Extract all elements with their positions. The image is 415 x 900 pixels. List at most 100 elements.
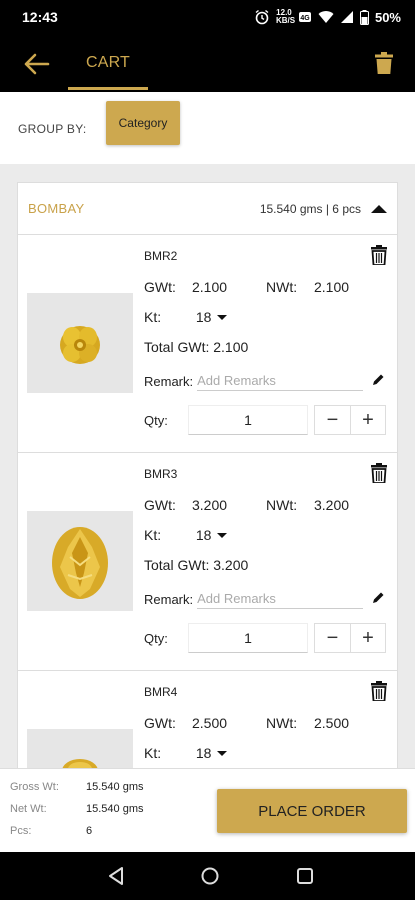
gwt-label: GWt: xyxy=(144,715,176,731)
kt-label: Kt: xyxy=(144,745,162,761)
volte-icon: 4G xyxy=(298,12,311,22)
gold-ring-icon xyxy=(52,527,108,599)
back-arrow-icon[interactable] xyxy=(22,52,50,76)
place-order-button[interactable]: PLACE ORDER xyxy=(217,789,407,833)
system-nav-bar xyxy=(0,852,415,900)
edit-pencil-icon[interactable] xyxy=(371,591,385,605)
recents-square-icon[interactable] xyxy=(295,866,315,886)
group-by-bar: GROUP BY: Category xyxy=(0,92,415,164)
increment-button[interactable]: + xyxy=(350,624,385,652)
chevron-down-icon xyxy=(217,750,228,756)
nwt-label: NWt: xyxy=(266,715,298,731)
gwt-value: 2.500 xyxy=(192,715,228,731)
gwt-label: GWt: xyxy=(144,497,176,513)
group-header[interactable]: BOMBAY 15.540 gms | 6 pcs xyxy=(18,183,397,235)
total-gwt: Total GWt: 2.100 xyxy=(144,339,249,355)
status-bar: 12:43 12.0 KB/S 4G 50% xyxy=(0,0,415,34)
qty-input[interactable] xyxy=(188,405,308,435)
alarm-icon xyxy=(255,9,269,25)
group-summary: 15.540 gms | 6 pcs xyxy=(260,202,387,216)
net-wt-label: Net Wt: xyxy=(10,803,47,815)
product-image xyxy=(27,511,133,611)
cart-title: CART xyxy=(85,54,131,71)
weight-row: GWt: 2.100 NWt: 2.100 xyxy=(144,279,349,295)
karat-row: Kt: 18 xyxy=(144,745,228,761)
nwt-label: NWt: xyxy=(266,497,298,513)
cart-list[interactable]: BOMBAY 15.540 gms | 6 pcs BMR2 GWt: 2.10… xyxy=(0,164,415,768)
karat-select[interactable]: 18 xyxy=(196,527,228,543)
gwt-value: 2.100 xyxy=(192,279,228,295)
quantity-stepper: − + xyxy=(314,405,386,435)
pcs-row: Pcs: 6 xyxy=(10,825,92,837)
cart-item: BMR3 GWt: 3.200 NWt: 3.200 Kt: 18 Total GWt… xyxy=(18,453,397,671)
cart-item: BMR4 GWt: 2.500 NWt: 2.500 Kt: 18 xyxy=(18,671,397,768)
pcs-value: 6 xyxy=(86,825,93,837)
plus-icon: + xyxy=(362,626,374,649)
status-icons: 12.0 KB/S 4G 50% xyxy=(254,9,401,25)
decrement-button[interactable]: − xyxy=(315,406,350,434)
nwt-value: 2.100 xyxy=(314,279,350,295)
remark-row: Remark: xyxy=(144,371,388,391)
kt-label: Kt: xyxy=(144,309,162,325)
karat-value: 18 xyxy=(195,527,212,543)
remark-label: Remark: xyxy=(144,591,194,607)
app-bar: CART xyxy=(0,34,415,92)
cart-item: BMR2 GWt: 2.100 NWt: 2.100 Kt: 18 Total GWt… xyxy=(18,235,397,453)
gross-wt-label: Gross Wt: xyxy=(10,781,59,793)
remark-row: Remark: xyxy=(144,589,388,609)
group-name: BOMBAY xyxy=(28,201,85,216)
karat-select[interactable]: 18 xyxy=(196,745,228,761)
minus-icon: − xyxy=(326,408,339,431)
nwt-label: NWt: xyxy=(266,279,298,295)
delete-item-icon[interactable] xyxy=(371,463,387,483)
group-summary-text: 15.540 gms | 6 pcs xyxy=(259,201,361,216)
remark-input[interactable] xyxy=(197,371,364,391)
signal-icon xyxy=(340,11,353,23)
karat-row: Kt: 18 xyxy=(144,527,228,543)
karat-value: 18 xyxy=(195,309,212,325)
qty-row: Qty: − + xyxy=(144,405,386,435)
category-button[interactable]: Category xyxy=(106,101,180,145)
remark-input[interactable] xyxy=(197,589,364,609)
minus-icon: − xyxy=(326,626,339,649)
delete-item-icon[interactable] xyxy=(371,681,387,701)
gwt-label: GWt: xyxy=(144,279,176,295)
weight-row: GWt: 3.200 NWt: 3.200 xyxy=(144,497,349,513)
qty-label: Qty: xyxy=(144,412,168,428)
order-footer: Gross Wt: 15.540 gms Net Wt: 15.540 gms … xyxy=(0,768,415,852)
delete-item-icon[interactable] xyxy=(371,245,387,265)
nwt-value: 3.200 xyxy=(314,497,350,513)
battery-icon xyxy=(359,9,369,25)
gold-ring-icon xyxy=(60,326,100,364)
back-triangle-icon[interactable] xyxy=(106,866,126,886)
data-speed-indicator: 12.0 KB/S xyxy=(275,9,296,25)
item-code: BMR4 xyxy=(144,685,178,699)
qty-input[interactable] xyxy=(188,623,308,653)
edit-pencil-icon[interactable] xyxy=(371,373,385,387)
tab-cart[interactable]: CART xyxy=(68,34,148,92)
trash-icon[interactable] xyxy=(375,52,393,74)
wifi-icon xyxy=(318,11,334,23)
group-by-label: GROUP BY: xyxy=(18,122,87,136)
gwt-value: 3.200 xyxy=(192,497,228,513)
karat-row: Kt: 18 xyxy=(144,309,228,325)
home-circle-icon[interactable] xyxy=(200,866,220,886)
collapse-caret-icon[interactable] xyxy=(371,204,387,213)
pcs-label: Pcs: xyxy=(10,825,32,837)
remark-label: Remark: xyxy=(144,373,194,389)
qty-row: Qty: − + xyxy=(144,623,386,653)
item-code: BMR3 xyxy=(144,467,178,481)
total-gwt: Total GWt: 3.200 xyxy=(144,557,249,573)
increment-button[interactable]: + xyxy=(350,406,385,434)
karat-select[interactable]: 18 xyxy=(196,309,228,325)
qty-label: Qty: xyxy=(144,630,168,646)
battery-percent: 50% xyxy=(374,9,401,25)
data-speed-unit: KB/S xyxy=(275,16,296,25)
group-card: BOMBAY 15.540 gms | 6 pcs BMR2 GWt: 2.10… xyxy=(17,182,398,768)
quantity-stepper: − + xyxy=(314,623,386,653)
decrement-button[interactable]: − xyxy=(315,624,350,652)
chevron-down-icon xyxy=(217,314,228,320)
karat-value: 18 xyxy=(195,745,212,761)
kt-label: Kt: xyxy=(144,527,162,543)
status-time: 12:43 xyxy=(22,9,58,25)
